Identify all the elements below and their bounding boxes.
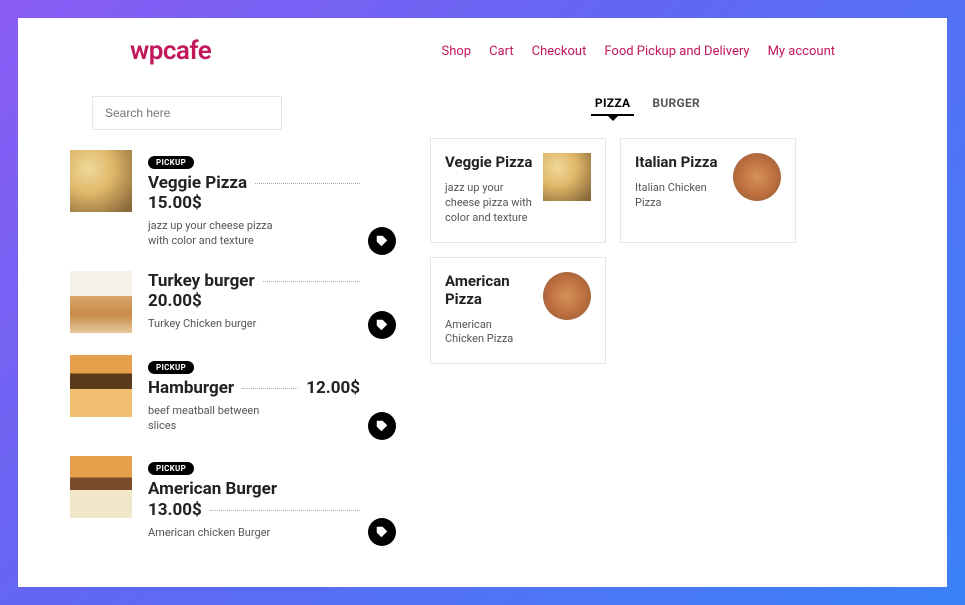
title-row: Turkey burger <box>148 271 360 291</box>
menu-item-price: 15.00$ <box>148 193 360 213</box>
card-desc: American Chicken Pizza <box>445 318 533 348</box>
menu-item-price: 12.00$ <box>306 378 360 398</box>
food-thumbnail <box>70 355 132 417</box>
card-body: Veggie Pizza jazz up your cheese pizza w… <box>445 153 533 226</box>
menu-item-desc: American chicken Burger <box>148 526 288 541</box>
food-card[interactable]: Italian Pizza Italian Chicken Pizza <box>620 138 796 243</box>
menu-item: PICKUP Veggie Pizza 15.00$ jazz up your … <box>70 150 360 249</box>
card-desc: jazz up your cheese pizza with color and… <box>445 181 533 226</box>
menu-item-title[interactable]: Veggie Pizza <box>148 173 247 193</box>
title-row: Veggie Pizza <box>148 173 360 193</box>
menu-list-column: PICKUP Veggie Pizza 15.00$ jazz up your … <box>60 96 360 562</box>
nav-checkout[interactable]: Checkout <box>532 44 587 59</box>
menu-item-body: PICKUP Veggie Pizza 15.00$ jazz up your … <box>148 150 360 249</box>
dots-separator <box>210 510 360 511</box>
food-thumbnail <box>70 456 132 518</box>
menu-item-title[interactable]: American Burger <box>148 479 277 499</box>
title-row: Hamburger 12.00$ <box>148 378 360 398</box>
pickup-badge: PICKUP <box>148 156 194 169</box>
card-title: Italian Pizza <box>635 153 723 171</box>
card-body: American Pizza American Chicken Pizza <box>445 272 533 348</box>
menu-item-desc: Turkey Chicken burger <box>148 317 288 332</box>
food-thumbnail <box>733 153 781 201</box>
nav-shop[interactable]: Shop <box>442 44 472 59</box>
tag-icon <box>375 525 389 539</box>
search-input[interactable] <box>92 96 282 130</box>
food-card[interactable]: Veggie Pizza jazz up your cheese pizza w… <box>430 138 606 243</box>
pickup-badge: PICKUP <box>148 462 194 475</box>
menu-item-price: 20.00$ <box>148 291 360 311</box>
dots-separator <box>242 388 298 389</box>
title-row: American Burger <box>148 479 360 499</box>
header: wpcafe Shop Cart Checkout Food Pickup an… <box>60 32 905 76</box>
menu-item-body: PICKUP Hamburger 12.00$ beef meatball be… <box>148 355 360 434</box>
food-thumbnail <box>543 272 591 320</box>
menu-item: Turkey burger 20.00$ Turkey Chicken burg… <box>70 271 360 333</box>
price-row: 13.00$ <box>148 500 360 520</box>
card-title: American Pizza <box>445 272 533 308</box>
add-to-cart-button[interactable] <box>368 227 396 255</box>
menu-item-price: 13.00$ <box>148 500 202 520</box>
menu-item-body: Turkey burger 20.00$ Turkey Chicken burg… <box>148 271 360 333</box>
menu-item-desc: jazz up your cheese pizza with color and… <box>148 219 288 249</box>
nav-pickup-delivery[interactable]: Food Pickup and Delivery <box>604 44 749 59</box>
food-thumbnail <box>543 153 591 201</box>
add-to-cart-button[interactable] <box>368 311 396 339</box>
tag-icon <box>375 318 389 332</box>
menu-item-body: PICKUP American Burger 13.00$ American c… <box>148 456 360 540</box>
menu-item-title[interactable]: Hamburger <box>148 378 234 398</box>
card-grid: Veggie Pizza jazz up your cheese pizza w… <box>430 138 905 364</box>
content: PICKUP Veggie Pizza 15.00$ jazz up your … <box>60 76 905 562</box>
menu-item-desc: beef meatball between slices <box>148 404 288 434</box>
card-body: Italian Pizza Italian Chicken Pizza <box>635 153 723 226</box>
food-thumbnail <box>70 150 132 212</box>
menu-item: PICKUP Hamburger 12.00$ beef meatball be… <box>70 355 360 434</box>
dots-separator <box>255 183 360 184</box>
menu-item: PICKUP American Burger 13.00$ American c… <box>70 456 360 540</box>
pickup-badge: PICKUP <box>148 361 194 374</box>
menu-item-title[interactable]: Turkey burger <box>148 271 255 291</box>
dots-separator <box>263 281 360 282</box>
card-desc: Italian Chicken Pizza <box>635 181 723 211</box>
search-box <box>92 96 282 130</box>
food-thumbnail <box>70 271 132 333</box>
tab-burger[interactable]: BURGER <box>652 96 700 116</box>
nav-cart[interactable]: Cart <box>489 44 514 59</box>
tab-pizza[interactable]: PIZZA <box>595 96 630 116</box>
category-column: PIZZA BURGER Veggie Pizza jazz up your c… <box>390 96 905 562</box>
main-nav: Shop Cart Checkout Food Pickup and Deliv… <box>442 44 836 59</box>
tag-icon <box>375 419 389 433</box>
logo[interactable]: wpcafe <box>130 36 211 66</box>
card-title: Veggie Pizza <box>445 153 533 171</box>
tag-icon <box>375 234 389 248</box>
category-tabs: PIZZA BURGER <box>390 96 905 116</box>
add-to-cart-button[interactable] <box>368 412 396 440</box>
nav-account[interactable]: My account <box>768 44 835 59</box>
food-card[interactable]: American Pizza American Chicken Pizza <box>430 257 606 365</box>
page: wpcafe Shop Cart Checkout Food Pickup an… <box>18 18 947 587</box>
